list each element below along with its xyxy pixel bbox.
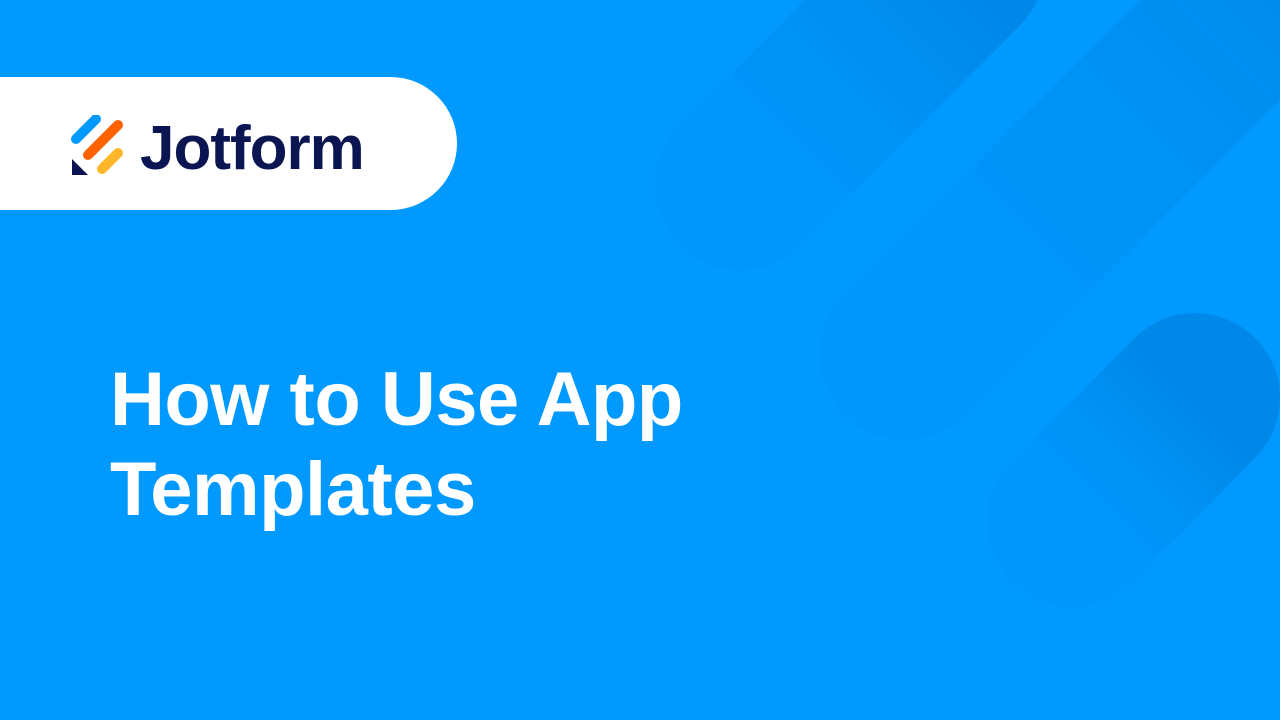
background-stripe-1 [655,0,1037,270]
background-stripe-3 [987,313,1280,607]
jotform-wordmark: Jotform [140,114,365,183]
jotform-logo-icon [71,115,123,175]
title-line-2: Templates [110,447,476,532]
title-line-1: How to Use App [110,357,683,442]
page-title: How to Use App Templates [110,355,810,535]
